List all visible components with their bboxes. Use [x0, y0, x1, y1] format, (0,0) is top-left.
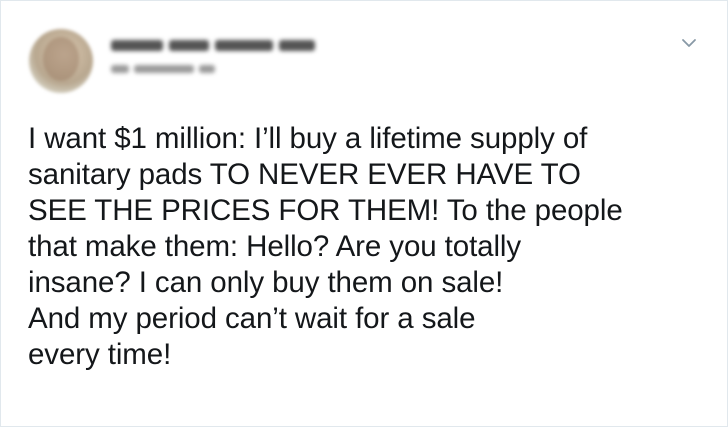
- tweet-text-line: sanitary pads TO NEVER EVER HAVE TO: [28, 158, 581, 191]
- avatar[interactable]: [29, 29, 93, 93]
- tweet-text-line: SEE THE PRICES FOR THEM! To the people: [28, 194, 623, 227]
- display-name-redacted[interactable]: [111, 37, 316, 53]
- tweet-text-line: every time!: [28, 338, 172, 371]
- tweet-text-line: that make them: Hello? Are you totally: [28, 230, 522, 263]
- tweet-text-line: And my period can’t wait for a sale: [28, 302, 476, 335]
- tweet-card: I want $1 million: I’ll buy a lifetime s…: [0, 0, 728, 427]
- user-handle-redacted[interactable]: [111, 63, 231, 75]
- tweet-text-line: I want $1 million: I’ll buy a lifetime s…: [28, 122, 588, 155]
- chevron-down-icon[interactable]: [681, 35, 697, 51]
- tweet-text: I want $1 million: I’ll buy a lifetime s…: [28, 121, 718, 373]
- tweet-text-line: insane? I can only buy them on sale!: [28, 266, 504, 299]
